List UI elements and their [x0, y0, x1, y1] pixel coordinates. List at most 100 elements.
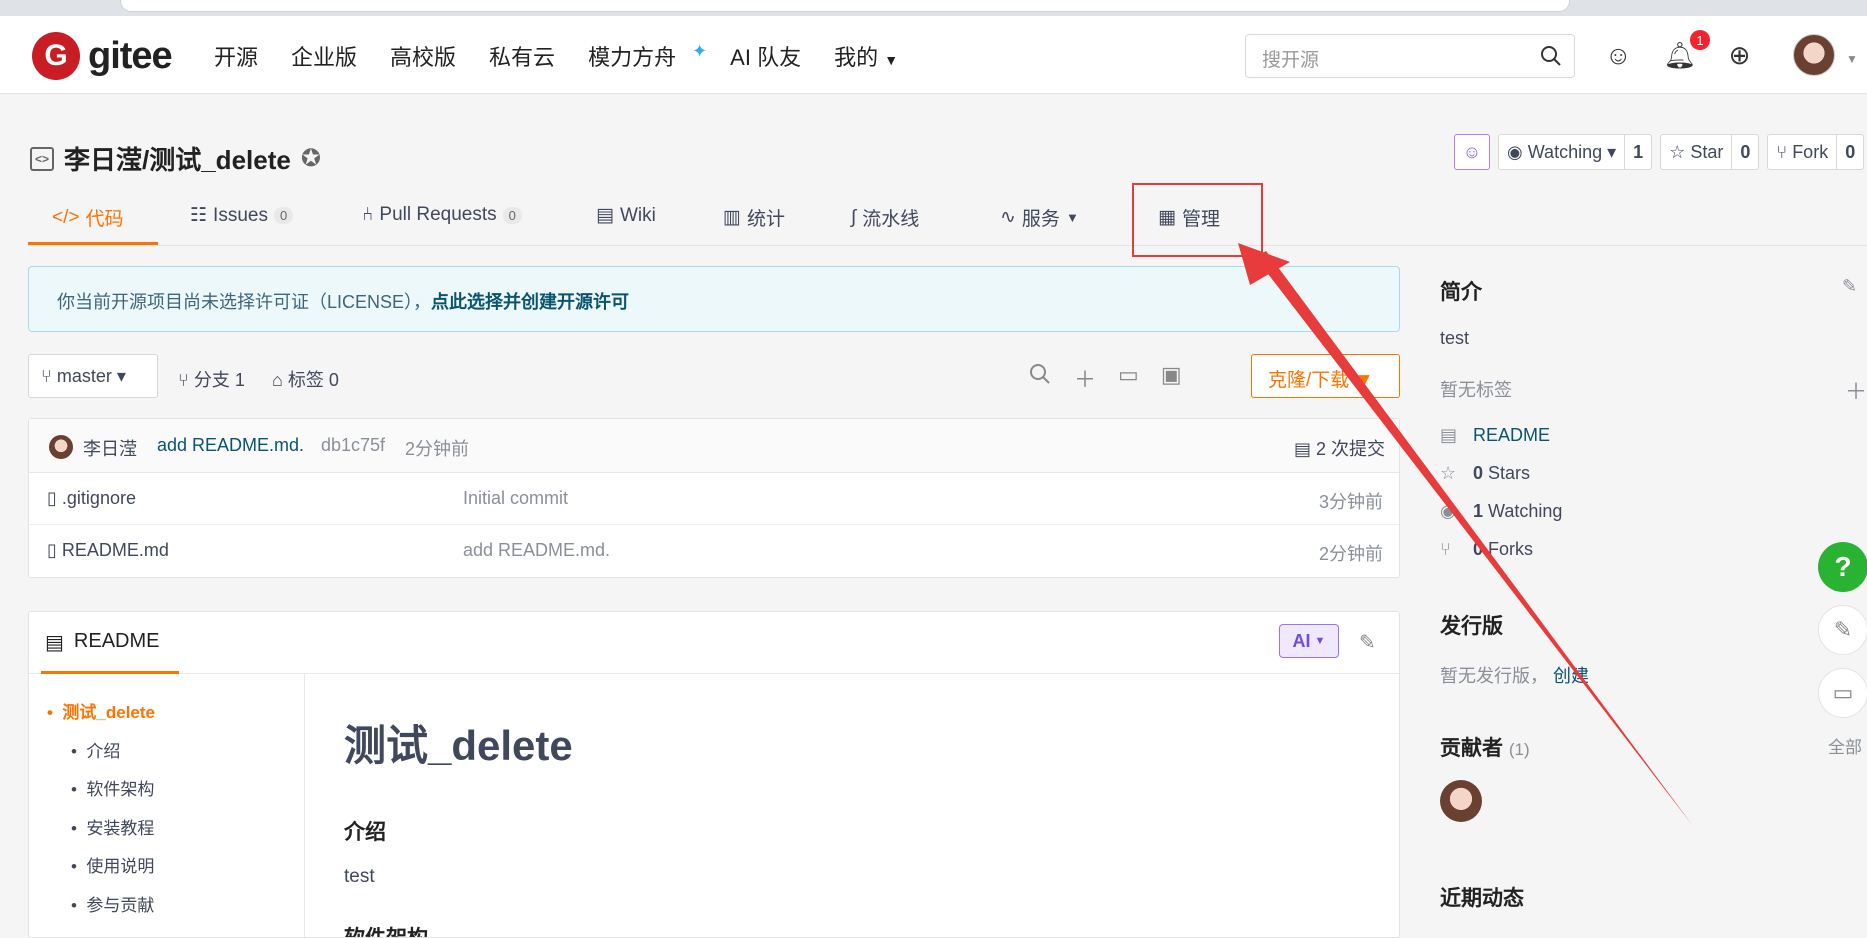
add-tag-icon[interactable]: ＋	[1845, 374, 1867, 406]
nav-private-cloud[interactable]: 私有云	[489, 40, 555, 72]
search-file-icon[interactable]	[1028, 362, 1052, 386]
star-icon: ☆	[1669, 141, 1686, 162]
toc-item[interactable]: • 软件架构	[71, 775, 154, 800]
commit-author[interactable]: 李日滢	[83, 435, 137, 461]
fork-button[interactable]: ⑂ Fork 0	[1767, 134, 1865, 170]
commit-count[interactable]: ▤ 2 次提交	[1294, 435, 1385, 461]
create-release-link[interactable]: 创建	[1553, 666, 1589, 686]
gitee-logo[interactable]: G gitee	[32, 32, 173, 80]
nav-moli-label: 模力方舟	[588, 45, 677, 70]
file-name[interactable]: ▯ README.md	[47, 540, 169, 561]
fork-count[interactable]: 0	[1836, 135, 1863, 169]
star-button[interactable]: ☆ Star 0	[1660, 134, 1760, 170]
watching-count[interactable]: 1	[1624, 135, 1651, 169]
pull-request-icon: ⑃	[362, 204, 374, 225]
license-text: 你当前开源项目尚未选择许可证（LICENSE），	[57, 292, 432, 312]
branches-link[interactable]: ⑂ 分支 1	[178, 366, 245, 392]
readme-tab[interactable]: ▤ README	[45, 630, 159, 655]
edit-readme-icon[interactable]: ✎	[1359, 630, 1376, 655]
intro-text: test	[1440, 328, 1470, 348]
tab-code-label: 代码	[85, 209, 124, 230]
star-icon: ☆	[1440, 463, 1457, 483]
readme-link[interactable]: README	[1473, 425, 1550, 446]
commit-hash[interactable]: db1c75f	[321, 435, 385, 456]
toc-item[interactable]: • 参与贡献	[71, 891, 154, 916]
star-count[interactable]: 0	[1731, 135, 1758, 169]
ai-assistant-button[interactable]: ☺	[1454, 134, 1490, 170]
no-tags-text: 暂无标签	[1440, 380, 1512, 400]
stars-stat[interactable]: 0 Stars	[1473, 463, 1530, 484]
license-notice: 你当前开源项目尚未选择许可证（LICENSE），点此选择并创建开源许可	[28, 266, 1400, 332]
bar-chart-icon: ▥	[723, 207, 741, 228]
ai-readme-button[interactable]: AI ▼	[1279, 624, 1339, 658]
repo-name[interactable]: 李日滢/测试_delete	[64, 140, 291, 177]
forks-stat[interactable]: 0 Forks	[1473, 539, 1533, 560]
chevron-down-icon: ▼	[1354, 370, 1374, 391]
edit-intro-icon[interactable]: ✎	[1842, 276, 1857, 297]
chat-button[interactable]: ▭	[1818, 668, 1867, 718]
toc-item-label: 测试_delete	[62, 703, 155, 722]
float-all-label[interactable]: 全部	[1828, 733, 1862, 758]
toc-item[interactable]: • 使用说明	[71, 852, 154, 877]
nav-enterprise[interactable]: 企业版	[291, 40, 357, 72]
address-bar[interactable]	[120, 0, 1570, 12]
recommend-badge-icon[interactable]: ✪	[301, 144, 321, 173]
contributor-avatar[interactable]	[1440, 780, 1482, 822]
nav-education[interactable]: 高校版	[390, 40, 456, 72]
search-input[interactable]: 搜开源	[1245, 34, 1575, 78]
help-button[interactable]: ?	[1818, 542, 1867, 592]
watching-stat[interactable]: 1 Watching	[1473, 501, 1562, 522]
tab-wiki[interactable]: ▤ Wiki	[596, 204, 656, 227]
clone-label: 克隆/下载	[1268, 370, 1350, 391]
file-time: 3分钟前	[1318, 492, 1383, 512]
commit-message[interactable]: add README.md.	[157, 435, 304, 456]
readme-title: 测试_delete	[344, 722, 573, 769]
fork-icon: ⑂	[1776, 141, 1788, 162]
plus-circle-icon[interactable]: ⊕	[1729, 40, 1751, 71]
readme-header: ▤ README AI ▼ ✎	[29, 612, 1399, 674]
add-file-icon[interactable]: ＋	[1074, 362, 1096, 394]
tab-issues-label: Issues	[213, 204, 268, 226]
tab-stats[interactable]: ▥ 统计	[723, 204, 785, 231]
tab-pr-label: Pull Requests	[379, 204, 497, 225]
user-avatar[interactable]	[1793, 34, 1835, 76]
feedback-edit-button[interactable]: ✎	[1818, 605, 1867, 655]
snippet-icon[interactable]: ▣	[1161, 362, 1182, 394]
ai-robot-icon[interactable]: ☺	[1605, 40, 1632, 71]
nav-ai-teammate[interactable]: AI 队友	[730, 40, 801, 72]
file-commit[interactable]: Initial commit	[463, 488, 568, 509]
toc-item[interactable]: • 介绍	[71, 737, 120, 762]
commit-count-text: 2 次提交	[1315, 439, 1385, 459]
tab-code[interactable]: </> 代码	[52, 204, 124, 231]
avatar-chevron-down-icon[interactable]: ▼	[1846, 52, 1858, 66]
nav-open-source[interactable]: 开源	[214, 40, 258, 72]
repo-toolbar: ⑂ master ▾ ⑂ 分支 1 ⌂ 标签 0 ＋ ▭ ▣ 克隆/下载 ▼	[28, 354, 1400, 398]
file-icon: ▯	[47, 540, 57, 560]
tab-pipeline[interactable]: ∫ 流水线	[851, 204, 919, 231]
ai-label: AI	[1292, 630, 1311, 651]
file-name[interactable]: ▯ .gitignore	[47, 488, 136, 509]
file-commit[interactable]: add README.md.	[463, 540, 610, 561]
main-nav: 开源 企业版 高校版 私有云 模力方舟 ✦ AI 队友 我的 ▼	[214, 40, 898, 72]
tab-issues[interactable]: ☷ Issues 0	[190, 204, 294, 227]
release-empty-text: 暂无发行版，	[1440, 666, 1548, 686]
commit-author-avatar[interactable]	[49, 435, 73, 459]
branch-selector[interactable]: ⑂ master ▾	[28, 354, 158, 398]
book-icon: ▤	[596, 205, 614, 226]
chevron-down-icon: ▼	[1314, 635, 1326, 647]
tab-pull-requests[interactable]: ⑃ Pull Requests 0	[362, 204, 522, 226]
tags-link[interactable]: ⌂ 标签 0	[272, 366, 339, 392]
table-row[interactable]: ▯ .gitignore Initial commit 3分钟前	[29, 473, 1399, 525]
nav-mine[interactable]: 我的 ▼	[834, 40, 898, 72]
table-row[interactable]: ▯ README.md add README.md. 2分钟前	[29, 525, 1399, 577]
site-header: G gitee 开源 企业版 高校版 私有云 模力方舟 ✦ AI 队友 我的 ▼ …	[0, 16, 1867, 94]
chevron-down-icon: ▼	[1065, 210, 1079, 225]
toc-item[interactable]: • 测试_delete	[47, 698, 155, 723]
clone-download-button[interactable]: 克隆/下载 ▼	[1251, 354, 1400, 398]
web-ide-icon[interactable]: ▭	[1118, 362, 1139, 394]
tab-services[interactable]: ∿ 服务 ▼	[1000, 204, 1079, 231]
nav-moli[interactable]: 模力方舟 ✦	[588, 40, 707, 72]
watching-button[interactable]: ◉ Watching ▾ 1	[1498, 134, 1653, 170]
toc-item[interactable]: • 安装教程	[71, 814, 154, 839]
license-create-link[interactable]: 点此选择并创建开源许可	[431, 292, 629, 312]
